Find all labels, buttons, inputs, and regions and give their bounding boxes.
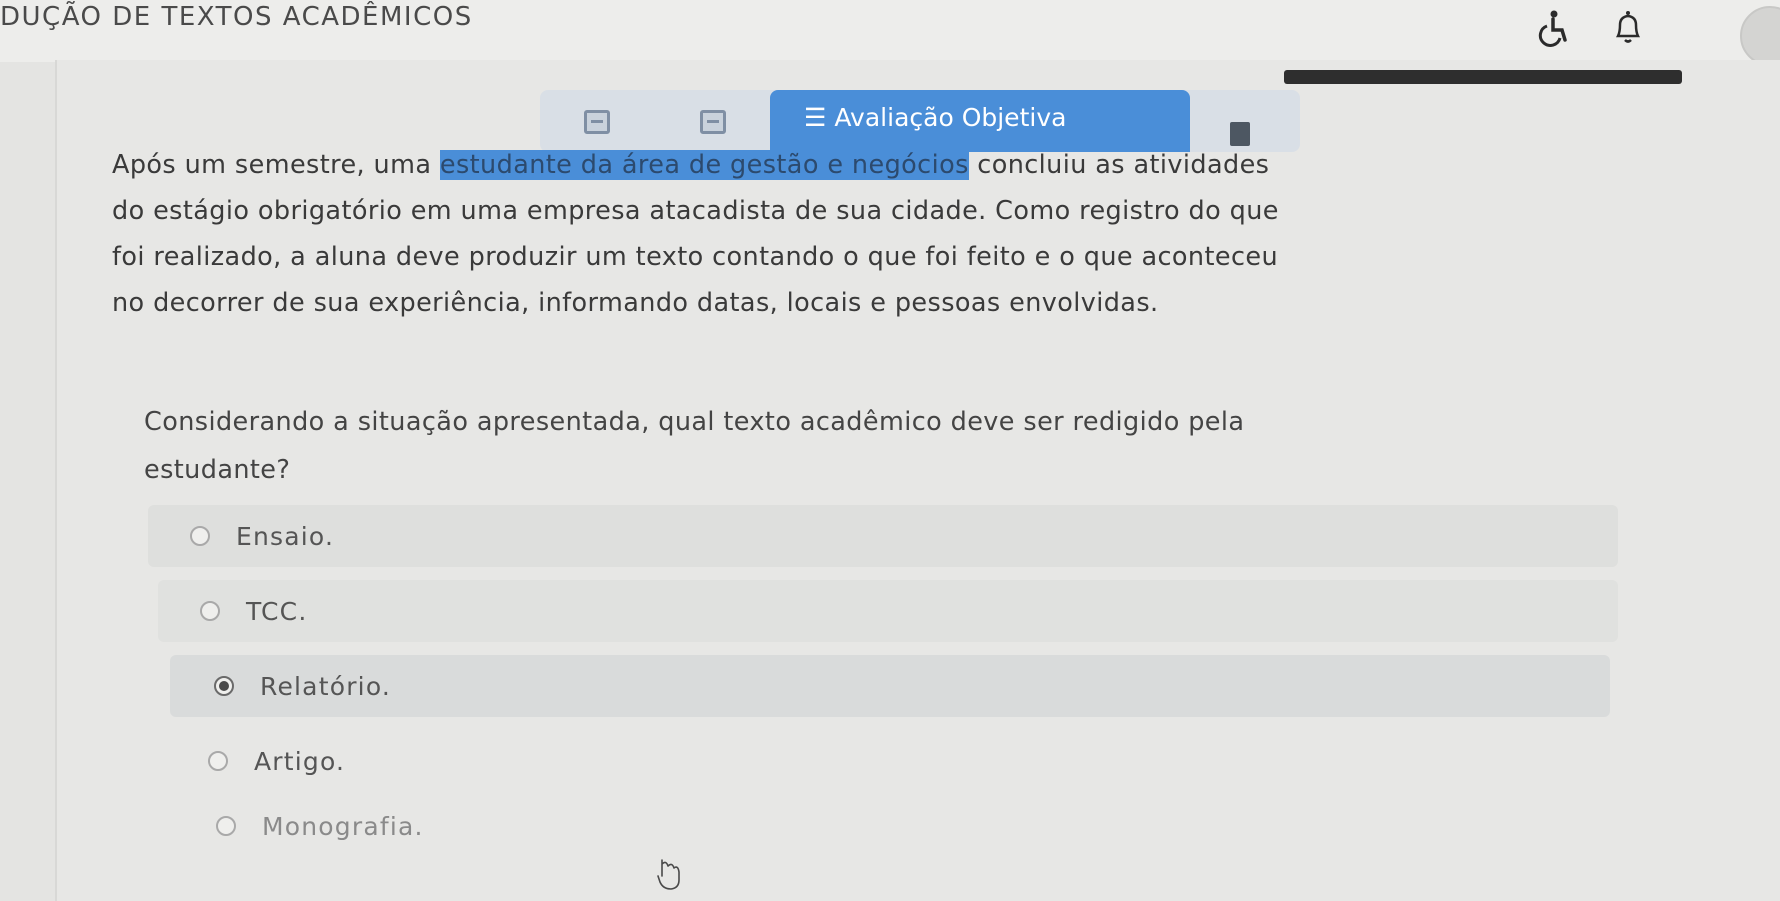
highlighted-text: estudante da área de gestão e negócios xyxy=(439,150,969,180)
question-line-1: Considerando a situação apresentada, qua… xyxy=(144,407,1245,437)
toolbar-note-button[interactable] xyxy=(584,110,610,134)
statement-text: Após um semestre, uma xyxy=(112,150,440,180)
statement-line-3: foi realizado, a aluna deve produzir um … xyxy=(112,242,1279,272)
radio-button[interactable] xyxy=(208,751,228,771)
top-header: DUÇÃO DE TEXTOS ACADÊMICOS xyxy=(0,0,1780,66)
hand-cursor-icon xyxy=(657,859,680,890)
radio-button[interactable] xyxy=(190,526,210,546)
toolbar-note-button-2[interactable] xyxy=(700,110,726,134)
radio-button-selected[interactable] xyxy=(214,676,234,696)
option-label: Ensaio. xyxy=(236,521,335,551)
statement-line-2: do estágio obrigatório em uma empresa at… xyxy=(112,196,1279,226)
question-statement: Após um semestre, uma estudante da área … xyxy=(112,142,1672,326)
header-divider-bar xyxy=(1284,70,1682,84)
statement-line-1: Após um semestre, uma estudante da área … xyxy=(112,142,1672,188)
tab-label: Avaliação Objetiva xyxy=(834,103,1067,132)
option-relatorio[interactable]: Relatório. xyxy=(170,655,1610,717)
option-monografia[interactable]: Monografia. xyxy=(188,795,1588,857)
statement-text: concluiu as atividades xyxy=(968,150,1270,180)
option-label: Relatório. xyxy=(260,671,392,701)
option-label: Artigo. xyxy=(254,746,346,776)
page: DUÇÃO DE TEXTOS ACADÊMICOS ☰ Avaliação Ob… xyxy=(0,0,1780,901)
option-artigo[interactable]: Artigo. xyxy=(178,730,1598,792)
radio-button[interactable] xyxy=(216,816,236,836)
avatar[interactable] xyxy=(1740,6,1780,66)
bell-icon[interactable] xyxy=(1608,8,1648,48)
option-label: Monografia. xyxy=(262,811,424,841)
radio-button[interactable] xyxy=(200,601,220,621)
option-ensaio[interactable]: Ensaio. xyxy=(148,505,1618,567)
question-prompt: Considerando a situação apresentada, qua… xyxy=(144,398,1564,494)
option-tcc[interactable]: TCC. xyxy=(158,580,1618,642)
option-label: TCC. xyxy=(246,596,308,626)
accessibility-icon[interactable] xyxy=(1532,8,1572,48)
statement-line-4: no decorrer de sua experiência, informan… xyxy=(112,288,1159,318)
list-icon: ☰ xyxy=(804,103,827,132)
course-title: DUÇÃO DE TEXTOS ACADÊMICOS xyxy=(0,2,473,32)
question-line-2: estudante? xyxy=(144,455,291,485)
